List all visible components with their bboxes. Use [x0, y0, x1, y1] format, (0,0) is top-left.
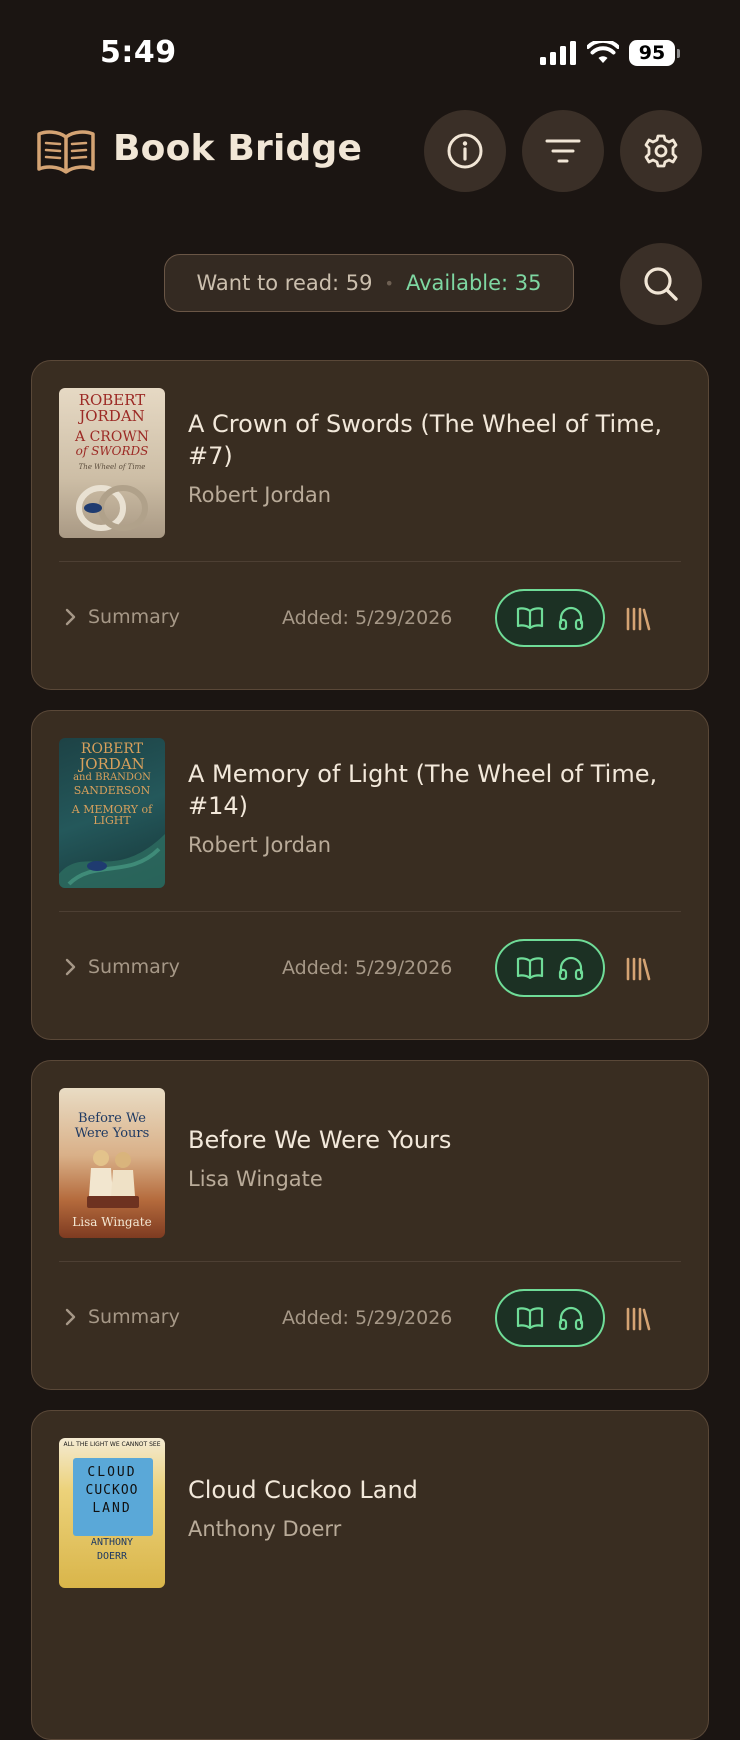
filter-icon [545, 139, 581, 163]
format-availability-button[interactable] [495, 939, 605, 997]
cover-title-line1: CLOUD [87, 1465, 137, 1480]
ebook-icon [516, 957, 544, 979]
cover-title-line1: A CROWN [75, 429, 149, 445]
search-icon [644, 267, 678, 301]
search-button[interactable] [620, 243, 702, 325]
cover-title-line2: CUCKOO [85, 1483, 139, 1498]
want-to-read-count: Want to read: 59 [196, 271, 373, 295]
settings-button[interactable] [620, 110, 702, 192]
library-icon[interactable] [625, 1306, 651, 1332]
cover-author-line2: JORDAN [79, 755, 145, 773]
book-author: Lisa Wingate [188, 1167, 323, 1191]
headphones-icon [558, 956, 584, 980]
summary-label: Summary [88, 956, 180, 978]
separator-dot: • [384, 273, 394, 293]
wifi-icon [587, 41, 619, 63]
status-bar: 5:49 95 [0, 0, 740, 100]
cover-tagline: ALL THE LIGHT WE CANNOT SEE [63, 1441, 161, 1448]
card-divider [59, 561, 681, 562]
summary-label: Summary [88, 606, 180, 628]
card-divider [59, 911, 681, 912]
open-book-icon [37, 130, 95, 174]
chevron-right-icon [65, 958, 76, 976]
cover-children-illustration [87, 1150, 139, 1208]
cellular-signal-icon [540, 41, 576, 65]
format-availability-button[interactable] [495, 589, 605, 647]
added-date: Added: 5/29/2026 [282, 607, 453, 629]
cover-author-line1: ANTHONY [90, 1537, 134, 1548]
book-card[interactable]: ALL THE LIGHT WE CANNOT SEE CLOUD CUCKOO… [31, 1410, 709, 1740]
book-author: Robert Jordan [188, 833, 332, 857]
card-divider [59, 1261, 681, 1262]
cover-coauthor-line2: SANDERSON [73, 784, 151, 797]
app-title: Book Bridge [113, 128, 363, 169]
summary-label: Summary [88, 1306, 180, 1328]
cover-title-line1: Before We [78, 1111, 146, 1126]
status-icons: 95 [539, 40, 680, 66]
cover-rings-illustration [76, 485, 148, 531]
summary-toggle[interactable]: Summary [64, 606, 180, 628]
book-title[interactable]: A Memory of Light (The Wheel of Time, #1… [188, 758, 684, 822]
cover-author-line2: DOERR [96, 1551, 128, 1562]
info-icon [447, 133, 483, 169]
book-cover: ROBERT JORDAN A CROWN of SWORDS The Whee… [59, 388, 165, 538]
book-title[interactable]: Before We Were Yours [188, 1124, 684, 1156]
filter-button[interactable] [522, 110, 604, 192]
book-cover: Before We Were Yours Lisa Wingate [59, 1088, 165, 1238]
cover-series: The Wheel of Time [78, 463, 146, 471]
added-date: Added: 5/29/2026 [282, 1307, 453, 1329]
ebook-icon [516, 607, 544, 629]
summary-toggle[interactable]: Summary [64, 956, 180, 978]
battery-indicator: 95 [629, 40, 680, 66]
available-count: Available: 35 [405, 271, 542, 295]
format-availability-button[interactable] [495, 1289, 605, 1347]
cover-author-line2: JORDAN [79, 407, 145, 425]
cover-title: A MEMORY of LIGHT [71, 803, 153, 827]
reading-counter: Want to read: 59 • Available: 35 [164, 254, 574, 312]
gear-icon [644, 134, 678, 168]
added-date: Added: 5/29/2026 [282, 957, 453, 979]
app-header: Book Bridge [0, 100, 740, 200]
library-icon[interactable] [625, 606, 651, 632]
battery-cap [677, 48, 680, 58]
ebook-icon [516, 1307, 544, 1329]
book-title[interactable]: A Crown of Swords (The Wheel of Time, #7… [188, 408, 684, 472]
cover-coauthor-line1: and BRANDON [73, 772, 151, 783]
cover-title-line2: Were Yours [74, 1126, 150, 1141]
cover-author: Lisa Wingate [72, 1215, 152, 1229]
summary-toggle[interactable]: Summary [64, 1306, 180, 1328]
cover-author-line1: ROBERT [78, 391, 146, 409]
book-card[interactable]: ROBERT JORDAN and BRANDON SANDERSON A ME… [31, 710, 709, 1040]
battery-level: 95 [629, 40, 675, 66]
info-button[interactable] [424, 110, 506, 192]
cover-swirl-illustration [59, 834, 165, 888]
library-icon[interactable] [625, 956, 651, 982]
chevron-right-icon [65, 608, 76, 626]
book-author: Anthony Doerr [188, 1517, 342, 1541]
book-card[interactable]: Before We Were Yours Lisa Wingate Before… [31, 1060, 709, 1390]
book-title[interactable]: Cloud Cuckoo Land [188, 1474, 684, 1506]
headphones-icon [558, 606, 584, 630]
book-cover: ALL THE LIGHT WE CANNOT SEE CLOUD CUCKOO… [59, 1438, 165, 1588]
status-time: 5:49 [100, 35, 177, 70]
book-card[interactable]: ROBERT JORDAN A CROWN of SWORDS The Whee… [31, 360, 709, 690]
book-author: Robert Jordan [188, 483, 332, 507]
chevron-right-icon [65, 1308, 76, 1326]
book-cover: ROBERT JORDAN and BRANDON SANDERSON A ME… [59, 738, 165, 888]
cover-title-line3: LAND [92, 1501, 132, 1516]
cover-title-line2: of SWORDS [75, 444, 149, 458]
cover-author-line1: ROBERT [80, 741, 144, 757]
headphones-icon [558, 1306, 584, 1330]
